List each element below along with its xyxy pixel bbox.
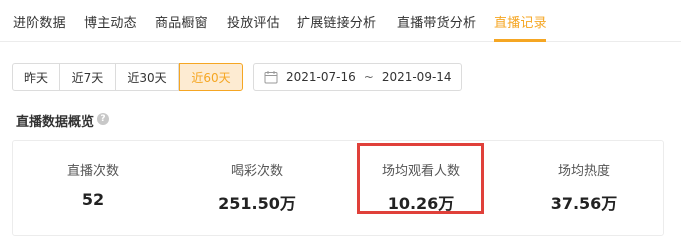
tab-product-showcase[interactable]: 商品橱窗 xyxy=(155,12,208,31)
metric-label: 场均热度 xyxy=(557,164,610,179)
metric-label: 直播次数 xyxy=(66,164,119,179)
date-range-separator: ~ xyxy=(363,70,374,84)
overview-title: 直播数据概览 xyxy=(16,115,95,130)
date-range-picker[interactable]: 2021-07-16 ~ 2021-09-14 xyxy=(253,63,462,91)
metric-value: 37.56万 xyxy=(550,194,618,213)
tab-ad-evaluation[interactable]: 投放评估 xyxy=(227,12,280,31)
tab-live-sales-analysis[interactable]: 直播带货分析 xyxy=(397,12,476,31)
date-option-30days[interactable]: 近30天 xyxy=(116,63,179,91)
help-icon[interactable]: ? xyxy=(97,113,109,125)
highlight-annotation-box xyxy=(357,143,484,214)
metric-value: 251.50万 xyxy=(218,194,296,213)
date-option-7days[interactable]: 近7天 xyxy=(60,63,116,91)
overview-metrics-card: 直播次数 52 喝彩次数 251.50万 场均观看人数 10.26万 场均热度 … xyxy=(12,140,664,236)
top-tab-bar: 进阶数据 博主动态 商品橱窗 投放评估 扩展链接分析 直播带货分析 直播记录 xyxy=(0,0,681,42)
tab-live-records[interactable]: 直播记录 xyxy=(494,12,547,31)
date-option-60days[interactable]: 近60天 xyxy=(179,63,243,91)
tab-blogger-activity[interactable]: 博主动态 xyxy=(84,12,137,31)
tab-advanced-data[interactable]: 进阶数据 xyxy=(13,12,66,31)
date-option-yesterday[interactable]: 昨天 xyxy=(12,63,60,91)
date-range-start: 2021-07-16 xyxy=(286,70,356,84)
metric-label: 喝彩次数 xyxy=(230,164,283,179)
calendar-icon xyxy=(264,71,278,84)
date-range-end: 2021-09-14 xyxy=(381,70,452,84)
tab-extended-link-analysis[interactable]: 扩展链接分析 xyxy=(297,12,376,31)
active-tab-indicator xyxy=(494,39,546,42)
metric-value: 52 xyxy=(81,190,105,209)
